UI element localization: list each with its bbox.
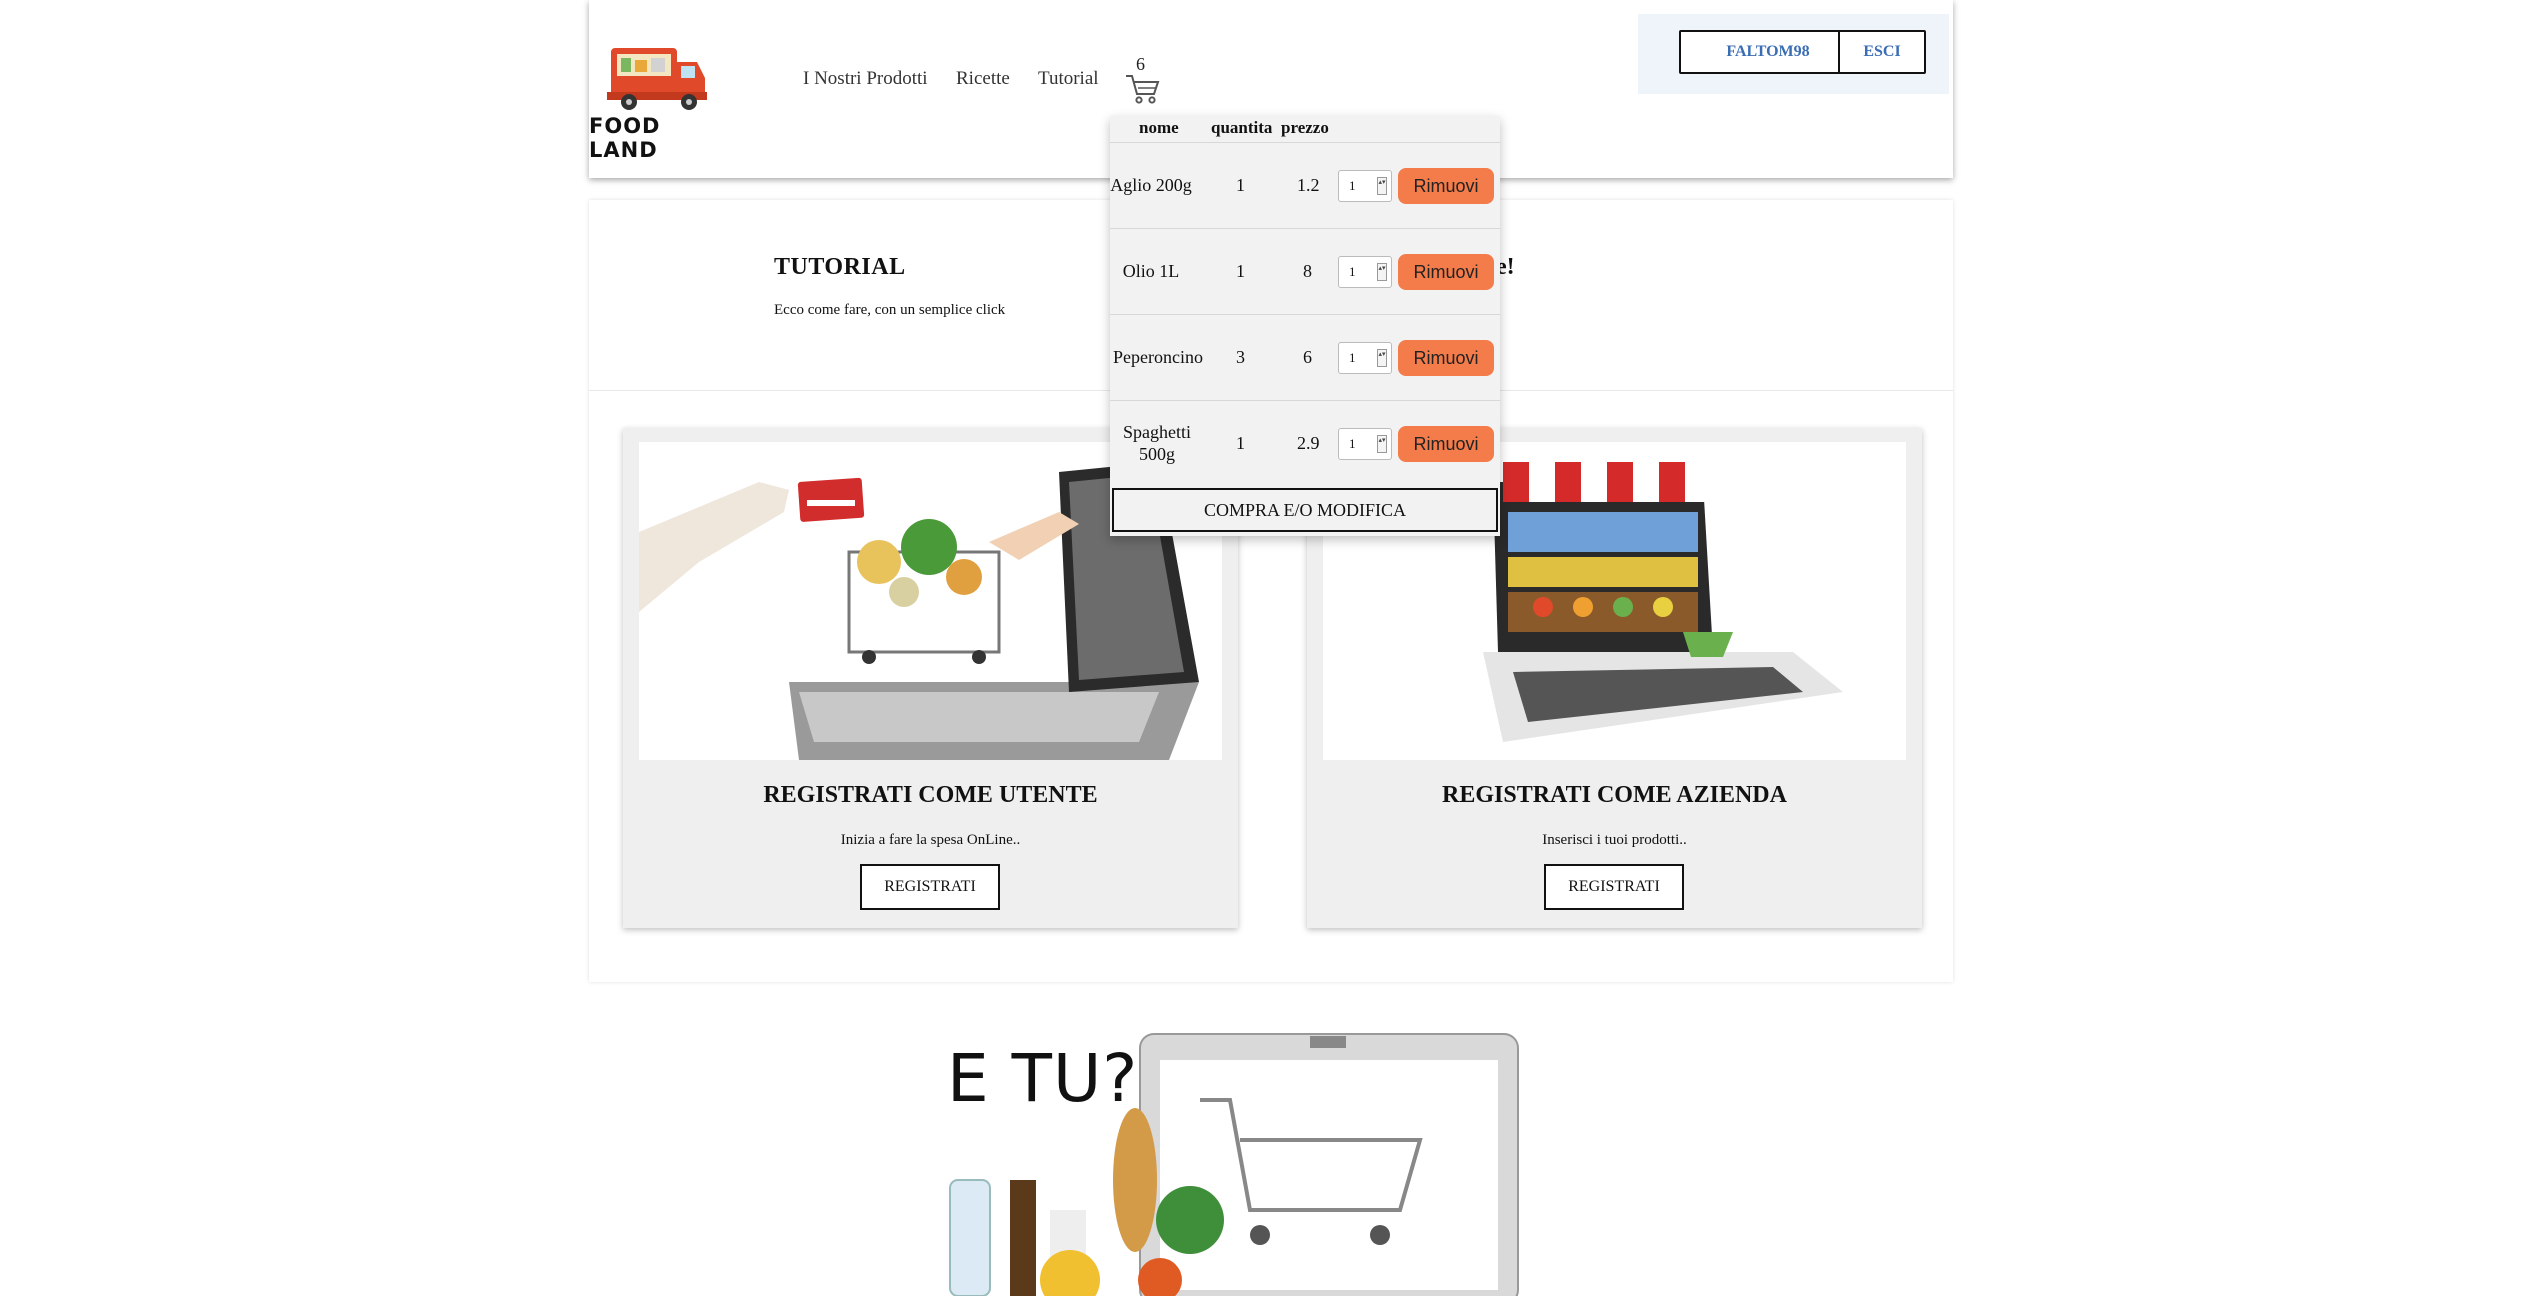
register-user-title: REGISTRATI COME UTENTE — [763, 782, 1098, 808]
remove-button[interactable]: Rimuovi — [1398, 426, 1494, 462]
item-quantity: 1 — [1236, 261, 1245, 281]
nav-link-recipes[interactable]: Ricette — [956, 68, 1010, 90]
item-name: Aglio 200g — [1110, 175, 1192, 195]
quantity-input[interactable]: 1 ▴▾ — [1338, 170, 1392, 202]
column-header-nome: nome — [1139, 118, 1179, 137]
food-land-logo[interactable]: FOOD LAND — [589, 40, 723, 162]
remove-button[interactable]: Rimuovi — [1398, 168, 1494, 204]
cart-icon[interactable] — [1124, 72, 1160, 106]
register-company-description: Inserisci i tuoi prodotti.. — [1542, 832, 1687, 848]
register-user-description: Inizia a fare la spesa OnLine.. — [840, 832, 1021, 848]
nav-link-products[interactable]: I Nostri Prodotti — [803, 68, 928, 90]
promo-text: E TU? — [947, 1040, 1139, 1117]
item-name: Olio 1L — [1122, 261, 1180, 281]
tutorial-title: TUTORIAL — [774, 254, 906, 280]
cart-row: Peperoncino 3 6 1 ▴▾ Rimuovi — [1110, 314, 1500, 401]
register-company-button[interactable]: REGISTRATI — [1544, 864, 1684, 910]
item-quantity: 1 — [1236, 433, 1245, 453]
register-company-title: REGISTRATI COME AZIENDA — [1442, 782, 1787, 808]
quantity-input[interactable]: 1 ▴▾ — [1338, 256, 1392, 288]
cart-row: Spaghetti 500g 1 2.9 1 ▴▾ Rimuovi — [1110, 400, 1500, 487]
nav-link-tutorial[interactable]: Tutorial — [1038, 68, 1099, 90]
tutorial-subtitle: Ecco come fare, con un semplice click — [774, 302, 1006, 318]
item-quantity: 3 — [1236, 347, 1245, 367]
item-quantity: 1 — [1236, 175, 1245, 195]
item-price: 2.9 — [1297, 433, 1320, 453]
cart-row: Aglio 200g 1 1.2 1 ▴▾ Rimuovi — [1110, 142, 1500, 229]
quantity-input[interactable]: 1 ▴▾ — [1338, 342, 1392, 374]
quantity-input[interactable]: 1 ▴▾ — [1338, 428, 1392, 460]
buy-modify-button[interactable]: COMPRA E/O MODIFICA — [1112, 488, 1498, 532]
column-header-prezzo: prezzo — [1281, 118, 1329, 137]
remove-button[interactable]: Rimuovi — [1398, 340, 1494, 376]
item-price: 8 — [1303, 261, 1312, 281]
item-price: 6 — [1303, 347, 1312, 367]
cart-row: Olio 1L 1 8 1 ▴▾ Rimuovi — [1110, 228, 1500, 315]
logout-button[interactable]: ESCI — [1838, 30, 1926, 74]
item-name: Spaghetti 500g — [1123, 422, 1191, 464]
logo-text: FOOD LAND — [589, 114, 661, 162]
register-user-button[interactable]: REGISTRATI — [860, 864, 1000, 910]
username-button[interactable]: FALTOM98 — [1679, 30, 1857, 74]
remove-button[interactable]: Rimuovi — [1398, 254, 1494, 290]
item-price: 1.2 — [1297, 175, 1320, 195]
column-header-quantita: quantita — [1211, 118, 1273, 137]
item-name: Peperoncino — [1113, 347, 1203, 367]
